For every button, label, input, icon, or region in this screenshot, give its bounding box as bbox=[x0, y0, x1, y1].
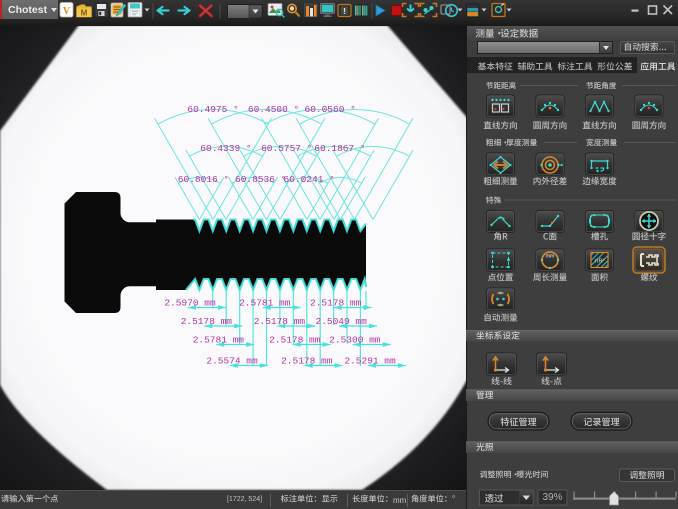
svg-text:2.5781 mm: 2.5781 mm bbox=[193, 335, 245, 346]
svg-text:2.5178 mm: 2.5178 mm bbox=[254, 316, 306, 327]
svg-text:2.5178 mm: 2.5178 mm bbox=[181, 316, 233, 327]
svg-text:2.5178 mm: 2.5178 mm bbox=[310, 298, 362, 309]
svg-text:2.5574 mm: 2.5574 mm bbox=[206, 356, 258, 367]
svg-text:60.0241 °: 60.0241 ° bbox=[284, 174, 335, 185]
svg-text:2.5781 mm: 2.5781 mm bbox=[239, 298, 291, 309]
svg-text:60.8016 °: 60.8016 ° bbox=[178, 174, 229, 185]
svg-text:60.4975 °: 60.4975 ° bbox=[187, 104, 238, 115]
svg-text:60.0560 °: 60.0560 ° bbox=[305, 104, 356, 115]
svg-text:60.8536 °: 60.8536 ° bbox=[235, 174, 286, 185]
svg-text:60.5757 °: 60.5757 ° bbox=[261, 143, 312, 154]
svg-text:2.5178 mm: 2.5178 mm bbox=[269, 335, 321, 346]
svg-text:60.4500 °: 60.4500 ° bbox=[248, 104, 299, 115]
svg-text:!: ! bbox=[343, 6, 346, 16]
svg-text:2.5049 mm: 2.5049 mm bbox=[316, 316, 368, 327]
svg-text:2.5300 mm: 2.5300 mm bbox=[329, 335, 381, 346]
svg-text:2.5178 mm: 2.5178 mm bbox=[281, 356, 333, 367]
svg-text:60.1867 °: 60.1867 ° bbox=[314, 143, 365, 154]
svg-text:60.4339 °: 60.4339 ° bbox=[200, 143, 251, 154]
svg-text:2.5291 mm: 2.5291 mm bbox=[344, 356, 396, 367]
svg-text:2.5970 mm: 2.5970 mm bbox=[164, 298, 216, 309]
svg-text:M: M bbox=[81, 9, 88, 18]
svg-text:V: V bbox=[63, 6, 71, 17]
